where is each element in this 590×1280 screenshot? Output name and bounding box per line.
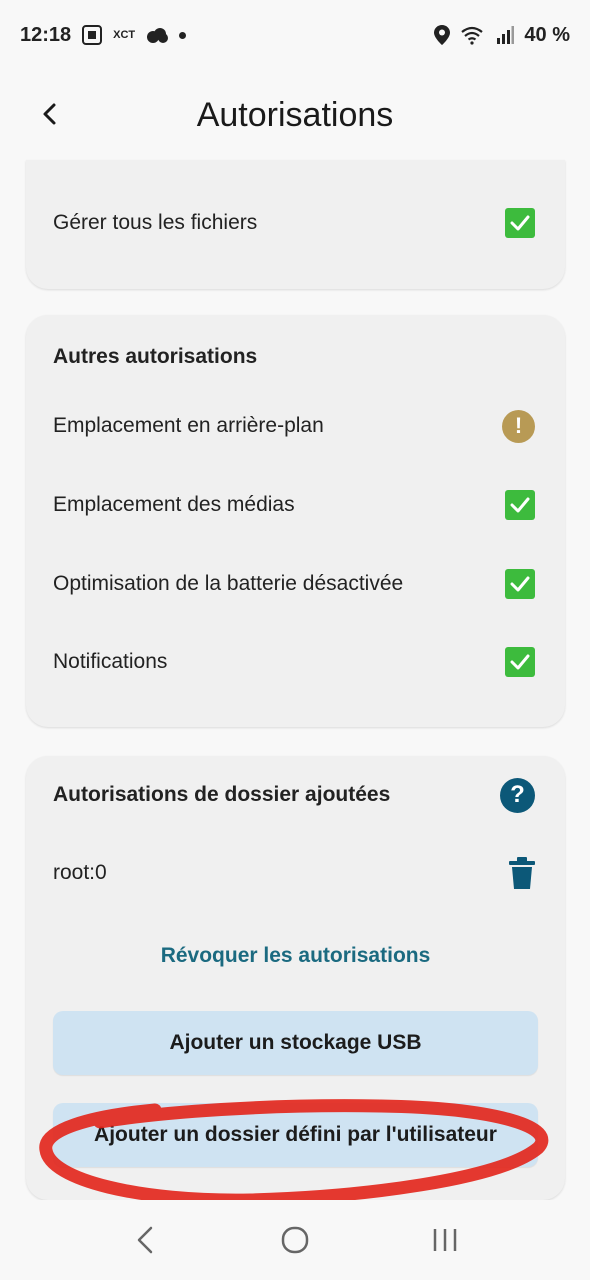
- wifi-icon: [460, 25, 486, 45]
- section-title-other: Autres autorisations: [53, 332, 535, 382]
- permission-label: Notifications: [53, 650, 168, 673]
- check-icon: [505, 490, 535, 520]
- nav-back-icon: [137, 1226, 153, 1254]
- permission-row-battery-optimization[interactable]: Optimisation de la batterie désactivée: [53, 559, 535, 609]
- permission-label: Optimisation de la batterie désactivée: [53, 572, 404, 595]
- check-icon: [505, 647, 535, 677]
- folder-row: root:0: [53, 848, 535, 898]
- nav-home-icon: [281, 1226, 309, 1254]
- section-title-text: Autres autorisations: [53, 345, 258, 368]
- warning-icon[interactable]: !: [502, 409, 535, 443]
- permission-row-manage-files[interactable]: Gérer tous les fichiers: [53, 198, 535, 248]
- section-title-text: Autorisations de dossier ajoutées: [53, 783, 391, 806]
- nav-home-button[interactable]: [265, 1210, 325, 1270]
- add-user-folder-button[interactable]: Ajouter un dossier défini par l'utilisat…: [53, 1103, 538, 1167]
- back-arrow-icon: [43, 103, 56, 125]
- permission-label: Emplacement des médias: [53, 493, 295, 516]
- nav-back-button[interactable]: [115, 1210, 175, 1270]
- card-folder-permissions: Autorisations de dossier ajoutées ? root…: [26, 756, 565, 1200]
- permission-row-media-location[interactable]: Emplacement des médias: [53, 480, 535, 530]
- back-button[interactable]: [30, 94, 70, 134]
- nav-recents-button[interactable]: [415, 1210, 475, 1270]
- help-icon[interactable]: ?: [500, 777, 535, 813]
- battery-text: 40 %: [524, 23, 570, 46]
- section-title-folders: Autorisations de dossier ajoutées ?: [53, 770, 535, 820]
- status-right: 40 %: [434, 24, 570, 47]
- status-left: 12:18 XCT: [20, 23, 187, 47]
- system-nav-bar: [0, 1200, 590, 1280]
- folder-name: root:0: [53, 861, 107, 884]
- permission-label: Emplacement en arrière-plan: [53, 414, 324, 437]
- notification-dot-icon: [179, 31, 187, 39]
- check-icon: [505, 208, 535, 238]
- permission-label: Gérer tous les fichiers: [53, 211, 258, 234]
- screenshot-icon: [81, 24, 103, 46]
- app-bar: Autorisations: [0, 70, 590, 160]
- location-icon: [434, 25, 451, 45]
- revoke-permissions-button[interactable]: Révoquer les autorisations: [26, 944, 565, 968]
- card-other-permissions: Autres autorisations Emplacement en arri…: [26, 315, 565, 727]
- trash-icon[interactable]: [509, 857, 535, 889]
- permission-row-background-location[interactable]: Emplacement en arrière-plan !: [53, 401, 535, 451]
- cloud-icon: [145, 26, 169, 44]
- nav-recents-icon: [433, 1229, 457, 1251]
- status-time: 12:18: [20, 23, 72, 46]
- add-usb-storage-button[interactable]: Ajouter un stockage USB: [53, 1011, 538, 1075]
- network-label: XCT: [113, 29, 136, 41]
- permission-row-notifications[interactable]: Notifications: [53, 637, 535, 687]
- check-icon: [505, 569, 535, 599]
- page-title: Autorisations: [196, 95, 394, 134]
- status-bar: 12:18 XCT 40 %: [0, 0, 590, 70]
- signal-icon: [496, 26, 515, 44]
- card-file-permissions: Gérer tous les fichiers: [26, 160, 565, 289]
